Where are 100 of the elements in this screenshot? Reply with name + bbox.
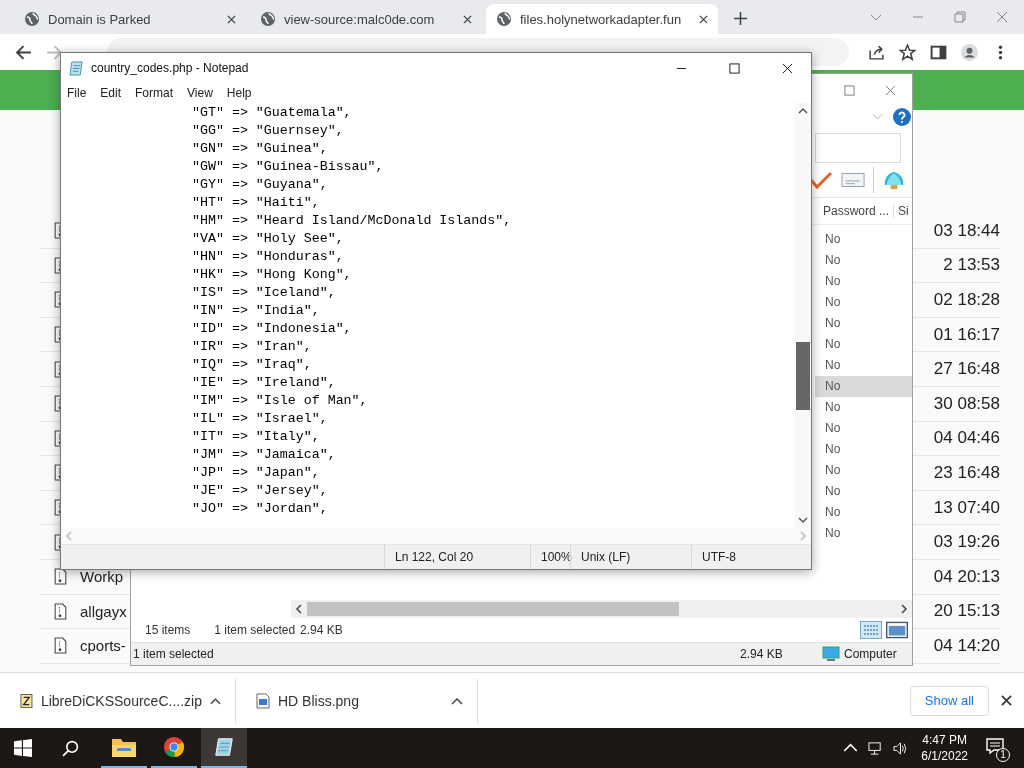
search-icon[interactable] [62,739,79,757]
modified-time: 13 07:40 [933,497,1000,518]
code-line: "ID" => "Indonesia", [192,320,353,338]
browser-tab[interactable]: Domain is Parked [14,4,246,34]
close-icon[interactable] [782,62,793,74]
encoding: UTF-8 [691,545,811,569]
modified-time: 04 14:20 [933,635,1000,656]
caret-icon[interactable] [209,696,221,705]
preview-view-icon[interactable] [886,621,908,639]
help-icon[interactable] [893,108,911,126]
download-item[interactable]: HD Bliss.png [236,678,478,723]
scroll-left-icon[interactable] [295,604,303,614]
show-all-button[interactable]: Show all [909,685,989,716]
menu-item[interactable]: Format [135,86,174,100]
cursor-position: Ln 122, Col 20 [384,545,530,569]
code-line: "GT" => "Guatemala", [192,104,353,122]
code-line: "JP" => "Japan", [192,464,321,482]
taskbar-app[interactable] [201,728,247,768]
code-line: "IQ" => "Iraq", [192,356,313,374]
modified-time: 27 16:48 [933,359,1000,380]
windows-start-icon[interactable] [14,739,32,757]
scrollbar-thumb[interactable] [307,602,679,616]
menu-item[interactable]: Edit [100,86,122,100]
image-file-icon [256,692,270,709]
modified-time: 01 16:17 [933,324,1000,345]
code-line: "JO" => "Jordan", [192,500,329,518]
list-row[interactable]: No [815,523,912,544]
list-row[interactable]: No [815,502,912,523]
selection-info: 1 item selected [214,623,296,637]
code-line: "HM" => "Heard Island/McDonald Islands", [192,212,513,230]
scroll-up-icon[interactable] [798,107,808,115]
volume-icon[interactable] [893,740,909,756]
list-row[interactable]: No [815,229,912,250]
network-icon[interactable] [868,740,884,756]
list-row[interactable]: No [815,271,912,292]
share-icon[interactable] [868,43,885,61]
clock[interactable]: 4:47 PM 6/1/2022 [921,732,968,764]
side-panel-icon[interactable] [930,43,947,61]
modified-time: 04 20:13 [933,566,1000,587]
list-row[interactable]: No [815,292,912,313]
close-icon[interactable] [227,14,236,24]
selection-size: 2.94 KB [300,623,343,637]
close-icon[interactable] [699,14,708,24]
list-row[interactable]: No [815,460,912,481]
star-icon[interactable] [899,43,916,61]
caret-icon[interactable] [451,696,463,705]
code-line: "IM" => "Isle of Man", [192,392,369,410]
modified-time: 23 16:48 [933,462,1000,483]
file-name[interactable]: allgayx [80,602,127,620]
list-row[interactable]: No [815,313,912,334]
archive-file-icon [20,692,33,709]
code-line: "GN" => "Guinea", [192,140,329,158]
modified-time: 30 08:58 [933,393,1000,414]
menu-item[interactable]: View [187,86,213,100]
zip-file-icon [54,602,67,620]
code-line: "HN" => "Honduras", [192,248,345,266]
envelope-icon[interactable] [841,170,865,190]
file-name[interactable]: Workp [80,568,124,586]
maximize-icon[interactable] [729,62,740,74]
search-field[interactable] [815,133,901,163]
scrollbar-thumb[interactable] [796,341,810,410]
status-size: 2.94 KB [740,647,784,661]
code-line: "IT" => "Italy", [192,428,321,446]
download-item[interactable]: LibreDiCKSSourceC....zip [0,678,236,723]
computer-icon [822,646,840,662]
list-row[interactable]: No [815,355,912,376]
check-icon[interactable] [809,170,833,190]
list-row[interactable]: No [815,418,912,439]
close-icon[interactable] [1001,695,1012,706]
file-name[interactable]: cports- [80,637,126,655]
close-icon[interactable] [463,14,472,24]
browser-tab[interactable]: files.holynetworkadapter.fun [486,4,718,34]
modified-time: 04 04:46 [933,428,1000,449]
menu-item[interactable]: File [67,86,87,100]
notepad-icon [69,60,84,76]
window-title: country_codes.php - Notepad [91,61,249,75]
list-row[interactable]: No [815,397,912,418]
back-icon[interactable] [15,43,32,61]
code-line: "HT" => "Haiti", [192,194,321,212]
new-tab-icon[interactable] [734,12,747,25]
modified-time: 20 15:13 [933,601,1000,622]
forward-icon[interactable] [46,43,63,61]
code-line: "IN" => "India", [192,302,321,320]
scroll-down-icon[interactable] [798,516,808,524]
zoom-level: 100% [530,545,570,569]
code-line: "IL" => "Israel", [192,410,329,428]
profile-icon[interactable] [961,43,978,61]
column-header[interactable]: Password ... [815,204,894,218]
menu-item[interactable]: Help [226,86,252,100]
scroll-right-icon[interactable] [900,604,908,614]
globe-icon [24,11,40,27]
browser-tab[interactable]: view-source:malc0de.com [250,4,482,34]
list-row[interactable]: No [815,334,912,355]
list-row[interactable]: No [815,439,912,460]
list-row[interactable]: No [815,481,912,502]
code-line: "IE" => "Ireland", [192,374,337,392]
column-header[interactable]: Si [894,204,912,218]
list-row[interactable]: No [815,376,912,397]
code-line: "JE" => "Jersey", [192,482,329,500]
list-row[interactable]: No [815,250,912,271]
